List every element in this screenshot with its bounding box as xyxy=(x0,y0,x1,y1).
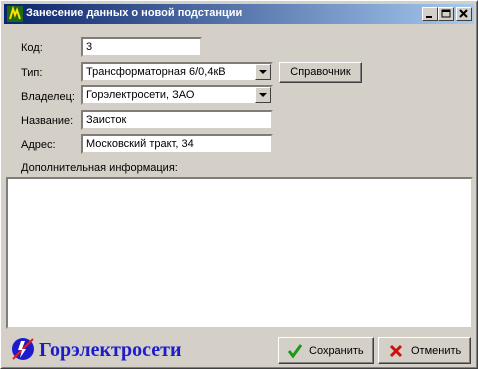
code-label: Код: xyxy=(21,42,43,54)
minimize-button[interactable] xyxy=(422,7,438,21)
maximize-button[interactable] xyxy=(438,7,454,21)
cancel-button[interactable]: Отменить xyxy=(378,337,471,364)
name-field[interactable]: Заисток xyxy=(81,110,273,130)
close-button[interactable] xyxy=(456,7,472,21)
reference-button[interactable]: Справочник xyxy=(279,62,362,83)
code-field[interactable]: 3 xyxy=(81,37,202,57)
address-label: Адрес: xyxy=(21,139,56,151)
app-icon xyxy=(7,5,23,22)
title-bar[interactable]: Занесение данных о новой подстанции xyxy=(4,4,474,24)
save-button-label: Сохранить xyxy=(309,345,364,357)
save-button[interactable]: Сохранить xyxy=(278,337,374,364)
extra-info-textarea[interactable] xyxy=(6,177,473,329)
cross-icon xyxy=(389,344,403,361)
type-select[interactable]: Трансформаторная 6/0,4кВ xyxy=(81,62,273,82)
close-icon xyxy=(459,9,468,18)
owner-label: Владелец: xyxy=(21,91,75,103)
owner-select[interactable]: Горэлектросети, ЗАО xyxy=(81,85,273,105)
address-field[interactable]: Московский тракт, 34 xyxy=(81,134,273,154)
company-logo-icon xyxy=(9,335,37,363)
dialog-window: Занесение данных о новой подстанции Код:… xyxy=(0,0,478,369)
chevron-down-icon[interactable] xyxy=(255,87,271,103)
checkmark-icon xyxy=(287,343,303,362)
maximize-icon xyxy=(441,9,451,18)
name-label: Название: xyxy=(21,115,74,127)
minimize-icon xyxy=(426,16,432,18)
type-select-value: Трансформаторная 6/0,4кВ xyxy=(86,66,226,78)
extra-info-label: Дополнительная информация: xyxy=(21,162,178,174)
company-brand-text: Горэлектросети xyxy=(39,339,182,361)
cancel-button-label: Отменить xyxy=(411,345,462,357)
chevron-down-icon[interactable] xyxy=(255,64,271,80)
owner-select-value: Горэлектросети, ЗАО xyxy=(86,89,195,101)
window-title: Занесение данных о новой подстанции xyxy=(26,7,243,19)
type-label: Тип: xyxy=(21,67,43,79)
